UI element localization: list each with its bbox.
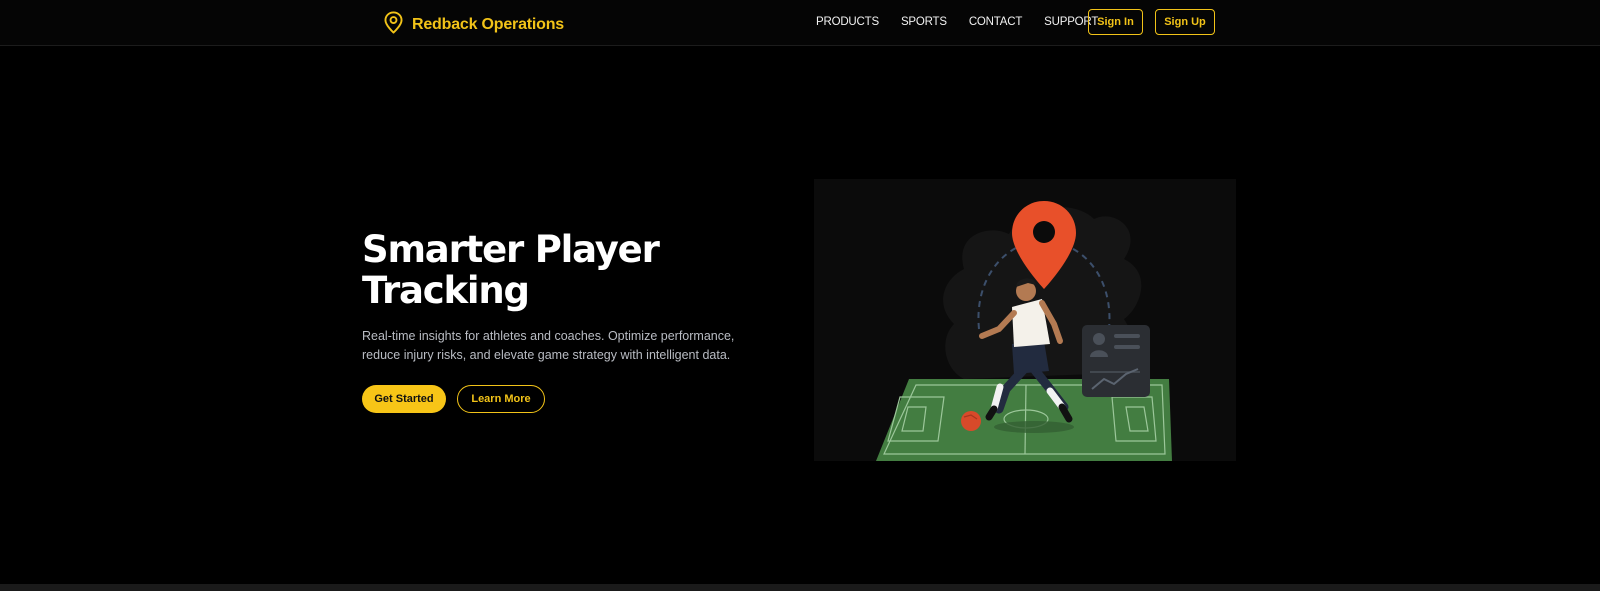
hero-title-line-1: Smarter Player [362, 228, 660, 271]
sign-in-button[interactable]: Sign In [1088, 9, 1143, 35]
get-started-button[interactable]: Get Started [362, 385, 446, 413]
learn-more-button[interactable]: Learn More [457, 385, 545, 413]
nav-link-contact[interactable]: CONTACT [969, 16, 1023, 28]
page: Redback Operations PRODUCTS SPORTS CONTA… [0, 0, 1600, 591]
hero-subtitle: Real-time insights for athletes and coac… [362, 329, 735, 362]
nav-link-products[interactable]: PRODUCTS [816, 16, 879, 28]
map-pin-icon [383, 11, 404, 39]
sign-up-button[interactable]: Sign Up [1155, 9, 1215, 35]
player-tracking-illustration [814, 179, 1236, 461]
hero-title-line-2: Tracking [362, 269, 530, 312]
page-bottom-strip [0, 584, 1600, 591]
brand-name: Redback Operations [412, 16, 565, 33]
brand-link[interactable]: Redback Operations [383, 11, 564, 39]
hero-title: Smarter Player Tracking [362, 229, 762, 311]
nav-link-sports[interactable]: SPORTS [901, 16, 947, 28]
navbar: Redback Operations PRODUCTS SPORTS CONTA… [0, 0, 1600, 46]
stats-card-graphic [1082, 325, 1150, 397]
primary-nav: PRODUCTS SPORTS CONTACT SUPPORT [816, 16, 1120, 28]
ball-graphic [961, 411, 981, 431]
